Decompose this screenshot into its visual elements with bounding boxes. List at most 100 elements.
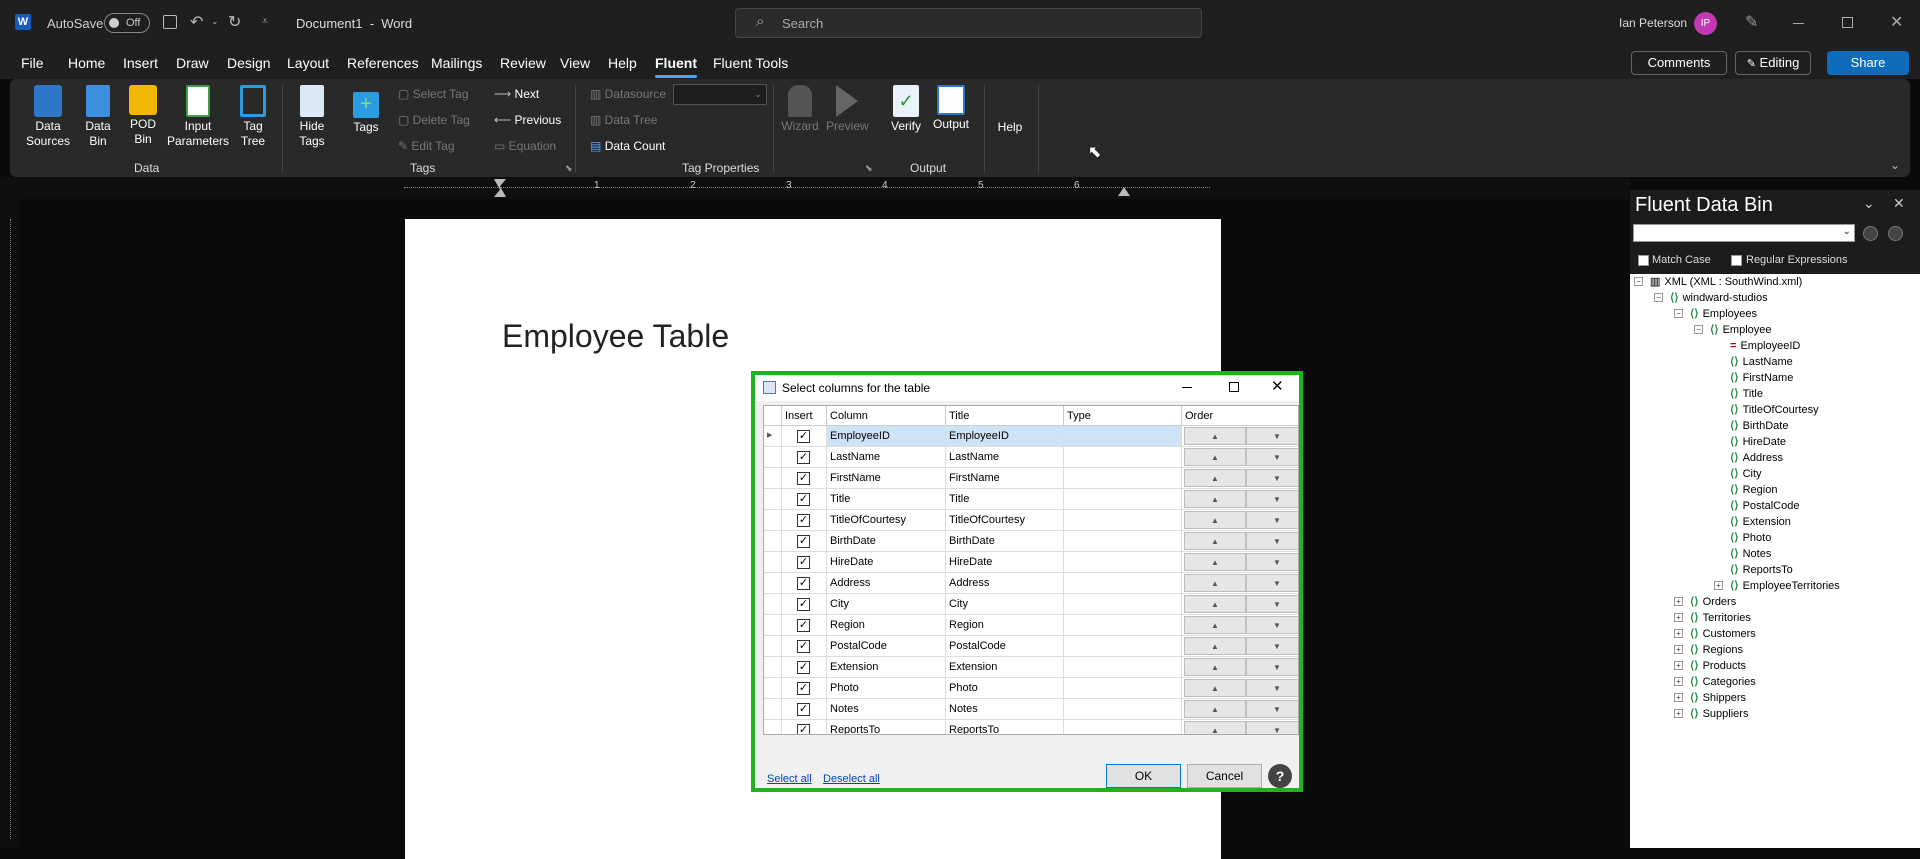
expander-icon[interactable]: − — [1654, 293, 1663, 302]
move-down-button[interactable]: ▼ — [1246, 658, 1298, 676]
row-selector[interactable] — [764, 699, 782, 720]
tree-node-collection[interactable]: ⟨⟩ Suppliers — [1690, 706, 1748, 722]
insert-checkbox[interactable]: ✓ — [797, 430, 810, 443]
expander-icon[interactable]: − — [1694, 325, 1703, 334]
cancel-button[interactable]: Cancel — [1187, 764, 1262, 788]
expander-icon[interactable]: + — [1674, 709, 1683, 718]
data-bin-button[interactable]: Data Bin — [80, 85, 116, 149]
col-header-order[interactable]: Order — [1182, 406, 1298, 426]
table-row[interactable]: ✓ Notes Notes ▲ ▼ — [764, 699, 1298, 720]
type-cell[interactable] — [1064, 720, 1182, 734]
move-down-button[interactable]: ▼ — [1246, 616, 1298, 634]
restore-icon[interactable] — [1842, 17, 1853, 28]
find-previous-icon[interactable] — [1888, 226, 1903, 241]
type-cell[interactable] — [1064, 489, 1182, 510]
column-cell[interactable]: LastName — [827, 447, 946, 468]
output-button[interactable]: Output — [930, 85, 972, 132]
title-cell[interactable]: ReportsTo — [946, 720, 1064, 734]
move-up-button[interactable]: ▲ — [1184, 658, 1246, 676]
horizontal-ruler[interactable]: 1 2 3 4 5 6 — [0, 177, 1630, 199]
pod-bin-button[interactable]: POD Bin — [124, 85, 162, 147]
previous-button[interactable]: ⟵ Previous — [494, 113, 561, 127]
column-cell[interactable]: Extension — [827, 657, 946, 678]
type-cell[interactable] — [1064, 426, 1182, 447]
tree-node-field[interactable]: ⟨⟩ Photo — [1730, 530, 1771, 546]
match-case-checkbox[interactable] — [1638, 255, 1649, 266]
expander-icon[interactable]: + — [1714, 581, 1723, 590]
dialog-launcher-icon[interactable]: ⬊ — [565, 163, 573, 174]
move-down-button[interactable]: ▼ — [1246, 679, 1298, 697]
column-cell[interactable]: Region — [827, 615, 946, 636]
move-down-button[interactable]: ▼ — [1246, 427, 1298, 445]
move-up-button[interactable]: ▲ — [1184, 595, 1246, 613]
table-row[interactable]: ✓ Address Address ▲ ▼ — [764, 573, 1298, 594]
tree-node-field[interactable]: ⟨⟩ City — [1730, 466, 1762, 482]
move-up-button[interactable]: ▲ — [1184, 700, 1246, 718]
title-cell[interactable]: FirstName — [946, 468, 1064, 489]
row-selector[interactable] — [764, 657, 782, 678]
tab-draw[interactable]: Draw — [176, 55, 209, 71]
tab-design[interactable]: Design — [227, 55, 271, 71]
type-cell[interactable] — [1064, 552, 1182, 573]
column-cell[interactable]: HireDate — [827, 552, 946, 573]
insert-checkbox[interactable]: ✓ — [797, 535, 810, 548]
row-selector[interactable] — [764, 468, 782, 489]
tree-node-field[interactable]: ⟨⟩ Region — [1730, 482, 1777, 498]
table-row[interactable]: ✓ Region Region ▲ ▼ — [764, 615, 1298, 636]
collapse-ribbon-icon[interactable]: ⌄ — [1890, 158, 1900, 172]
tree-node-field[interactable]: ⟨⟩ TitleOfCourtesy — [1730, 402, 1819, 418]
column-cell[interactable]: Notes — [827, 699, 946, 720]
tree-node-collection[interactable]: ⟨⟩ Products — [1690, 658, 1746, 674]
tree-node-field[interactable]: ⟨⟩ EmployeeTerritories — [1730, 578, 1840, 594]
table-row[interactable]: ✓ FirstName FirstName ▲ ▼ — [764, 468, 1298, 489]
column-cell[interactable]: Address — [827, 573, 946, 594]
datasource-dropdown[interactable]: ⌄ — [673, 84, 767, 105]
data-tree-button[interactable]: ▥ Data Tree — [590, 113, 657, 127]
avatar[interactable]: IP — [1694, 12, 1717, 35]
column-cell[interactable]: PostalCode — [827, 636, 946, 657]
delete-tag-button[interactable]: ▢ Delete Tag — [398, 113, 470, 127]
row-selector[interactable] — [764, 594, 782, 615]
close-icon[interactable]: ✕ — [1890, 12, 1903, 32]
col-header-title[interactable]: Title — [946, 406, 1064, 426]
ok-button[interactable]: OK — [1106, 764, 1181, 788]
row-selector[interactable]: ▶ — [764, 426, 782, 447]
panel-search-input[interactable]: ⌄ — [1633, 224, 1855, 242]
title-cell[interactable]: TitleOfCourtesy — [946, 510, 1064, 531]
title-cell[interactable]: Address — [946, 573, 1064, 594]
column-cell[interactable]: Photo — [827, 678, 946, 699]
tab-review[interactable]: Review — [500, 55, 546, 71]
table-row[interactable]: ✓ Extension Extension ▲ ▼ — [764, 657, 1298, 678]
insert-checkbox[interactable]: ✓ — [797, 556, 810, 569]
title-cell[interactable]: EmployeeID — [946, 426, 1064, 447]
title-cell[interactable]: Title — [946, 489, 1064, 510]
insert-checkbox[interactable]: ✓ — [797, 661, 810, 674]
insert-checkbox[interactable]: ✓ — [797, 472, 810, 485]
type-cell[interactable] — [1064, 594, 1182, 615]
insert-checkbox[interactable]: ✓ — [797, 724, 810, 734]
title-cell[interactable]: Photo — [946, 678, 1064, 699]
chevron-down-icon[interactable]: ⌄ — [1843, 226, 1851, 237]
row-selector[interactable] — [764, 510, 782, 531]
col-header-insert[interactable]: Insert — [782, 406, 827, 426]
tab-fluent[interactable]: Fluent — [655, 55, 697, 78]
type-cell[interactable] — [1064, 636, 1182, 657]
insert-checkbox[interactable]: ✓ — [797, 598, 810, 611]
move-up-button[interactable]: ▲ — [1184, 679, 1246, 697]
panel-options-icon[interactable]: ⌄ — [1863, 195, 1875, 212]
column-cell[interactable]: Title — [827, 489, 946, 510]
title-cell[interactable]: City — [946, 594, 1064, 615]
row-selector[interactable] — [764, 447, 782, 468]
tree-node-collection[interactable]: ⟨⟩ Categories — [1690, 674, 1756, 690]
editing-button[interactable]: ✎ Editing — [1735, 51, 1811, 75]
column-cell[interactable]: BirthDate — [827, 531, 946, 552]
tab-view[interactable]: View — [560, 55, 590, 71]
tab-insert[interactable]: Insert — [123, 55, 158, 71]
comments-button[interactable]: Comments — [1631, 51, 1727, 75]
tree-node-field[interactable]: ⟨⟩ Extension — [1730, 514, 1791, 530]
row-selector[interactable] — [764, 615, 782, 636]
select-tag-button[interactable]: ▢ Select Tag — [398, 87, 469, 101]
move-down-button[interactable]: ▼ — [1246, 490, 1298, 508]
column-cell[interactable]: EmployeeID — [827, 426, 946, 447]
dialog-launcher-icon[interactable]: ⬊ — [865, 163, 873, 174]
